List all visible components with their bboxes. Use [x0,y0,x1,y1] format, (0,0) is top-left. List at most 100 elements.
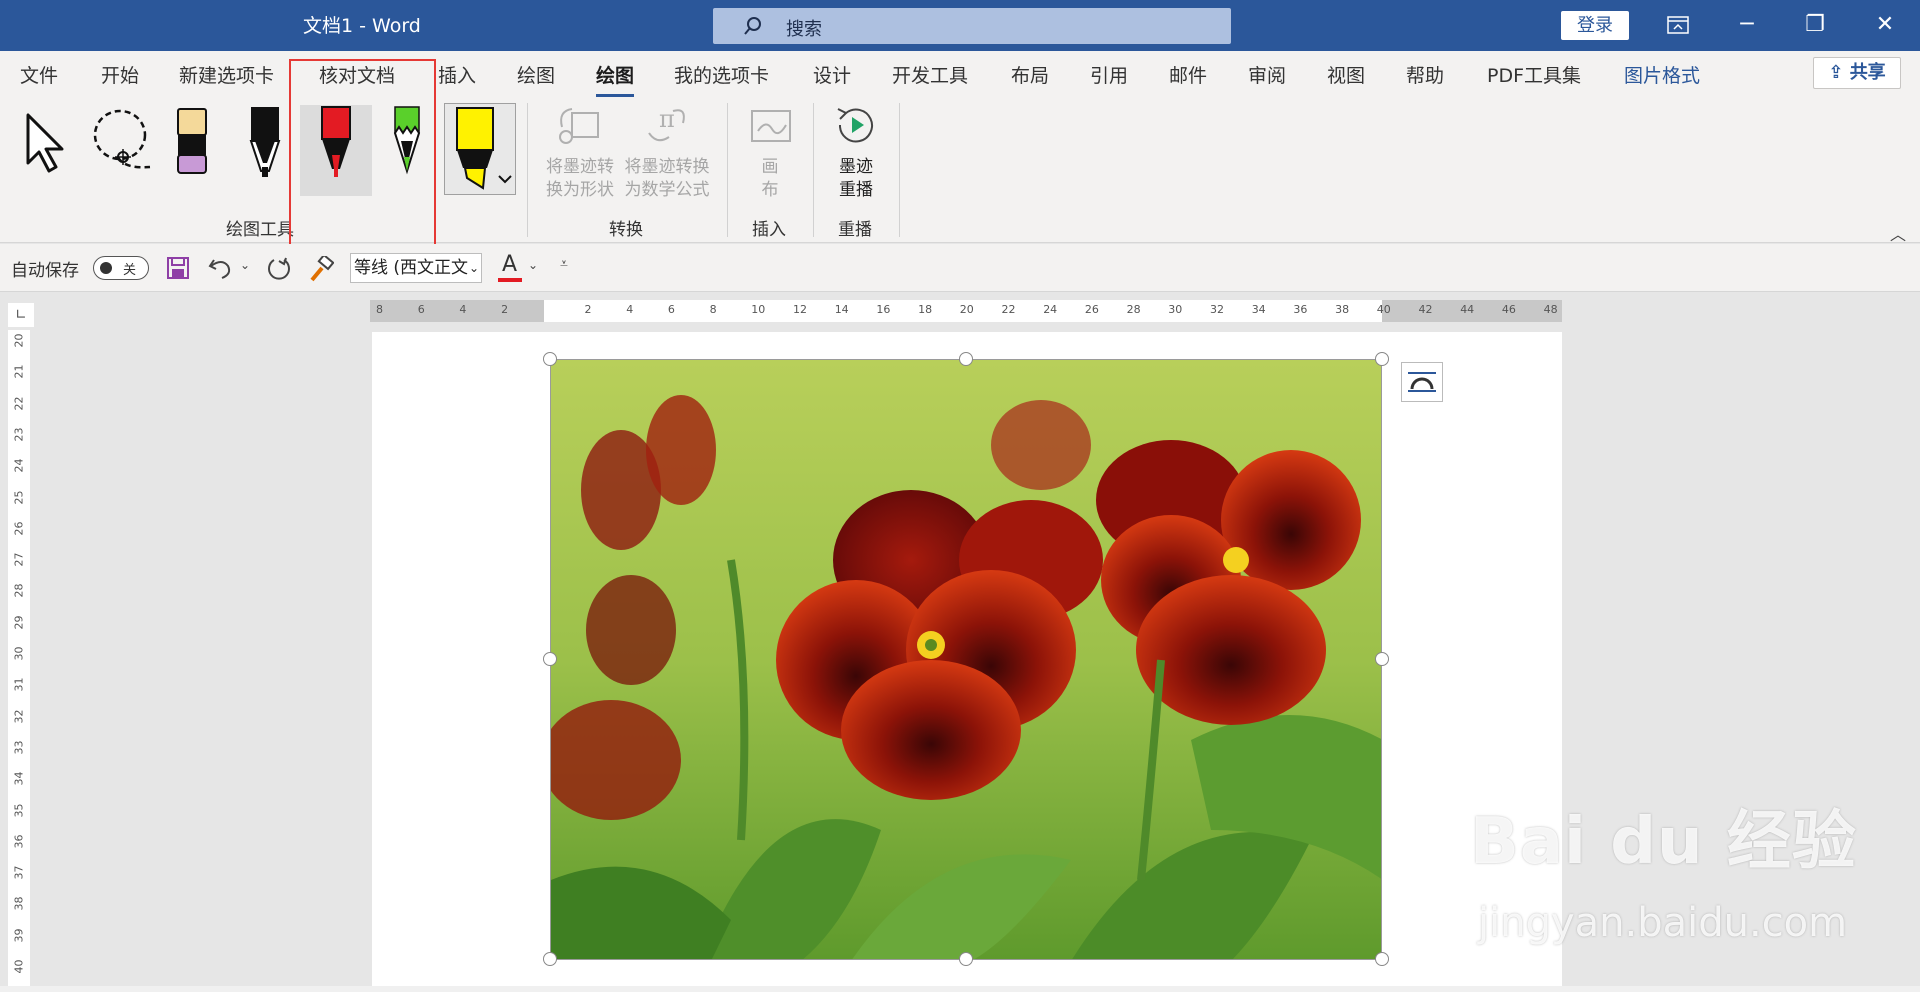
inserted-picture[interactable] [550,359,1382,960]
tab-my-tab[interactable]: 我的选项卡 [674,61,769,88]
restore-icon[interactable]: ❐ [1800,10,1830,40]
ruler-tick-label: 37 [12,865,26,880]
ink-to-shape-button[interactable]: 将墨迹转 换为形状 [540,103,620,202]
highlighter-button[interactable] [444,103,516,195]
undo-icon[interactable] [208,256,234,280]
resize-handle-bottom-left[interactable] [543,952,557,966]
select-arrow-icon[interactable] [22,111,72,175]
ink-replay-label-line1: 墨迹 [839,157,873,177]
pansy-flowers-image [551,360,1381,959]
ink-to-shape-label-line2: 换为形状 [546,180,614,200]
close-icon[interactable]: ✕ [1870,10,1900,40]
ruler-tick-label: 39 [12,928,26,943]
tab-file[interactable]: 文件 [20,61,58,88]
pen-black-icon[interactable] [245,105,285,185]
login-button[interactable]: 登录 [1561,11,1629,40]
annotation-highlight-box [289,59,436,249]
font-color-button[interactable]: A [498,252,522,282]
tab-draw[interactable]: 绘图 [517,61,555,88]
tab-design[interactable]: 设计 [813,61,851,88]
share-button[interactable]: ⇪ 共享 [1813,57,1901,89]
search-box[interactable]: 搜索 [713,8,1231,44]
autosave-toggle[interactable]: 关 [93,256,149,280]
resize-handle-left[interactable] [543,652,557,666]
ink-to-math-icon: π [648,105,685,142]
ruler-tick-label: 12 [793,303,807,316]
tab-home[interactable]: 开始 [101,61,139,88]
tab-new-tab[interactable]: 新建选项卡 [179,61,274,88]
horizontal-scrollbar[interactable] [0,986,1920,992]
ruler-tick-label: 21 [12,364,26,379]
ribbon-display-options-icon[interactable] [1663,10,1693,40]
canvas-label-line2: 布 [761,180,779,200]
ruler-tick-label: 31 [12,677,26,692]
layout-options-button[interactable] [1401,362,1443,402]
redo-icon[interactable] [266,256,292,282]
horizontal-ruler[interactable]: 8 6 4 2 2 4 6 8 10 12 14 16 18 20 22 24 26 28 30 32 34 36 38 40… [370,300,1562,322]
tab-draw-active[interactable]: 绘图 [596,61,635,97]
font-color-dropdown-icon[interactable]: ⌄ [528,258,538,272]
ruler-tick-label: 40 [1376,303,1391,316]
undo-dropdown-icon[interactable]: ⌄ [240,258,250,272]
tab-references[interactable]: 引用 [1090,61,1128,88]
resize-handle-bottom[interactable] [959,952,973,966]
ruler-tick-label: 10 [751,303,766,316]
ruler-tick-label: 38 [1335,303,1350,316]
font-name-select[interactable]: 等线 (西文正文 ⌄ [350,253,482,283]
ruler-tick-label: 29 [12,615,26,630]
resize-handle-top-left[interactable] [543,352,557,366]
ruler-tick-label: 8 [376,303,383,316]
chevron-down-icon: ⌄ [468,261,479,275]
autosave-label: 自动保存 [11,261,79,281]
tab-view[interactable]: 视图 [1327,61,1365,88]
resize-handle-top[interactable] [959,352,973,366]
tab-mailings[interactable]: 邮件 [1169,61,1207,88]
ruler-tick-label: 48 [1543,303,1558,316]
baidu-watermark-url: jingyan.baidu.com [1478,900,1848,946]
resize-handle-top-right[interactable] [1375,352,1389,366]
tab-developer[interactable]: 开发工具 [892,61,968,88]
tab-selector-icon[interactable]: ∟ [8,303,34,327]
ruler-tick-label: 14 [834,303,849,316]
tab-picture-format[interactable]: 图片格式 [1624,61,1700,88]
toggle-state: 关 [123,263,137,278]
tab-insert[interactable]: 插入 [438,61,476,88]
format-painter-icon[interactable] [308,256,334,282]
share-label: 共享 [1849,62,1886,83]
ruler-tick-label: 18 [918,303,933,316]
resize-handle-bottom-right[interactable] [1375,952,1389,966]
ruler-tick-label: 36 [1293,303,1308,316]
ink-replay-button[interactable]: 墨迹 重播 [820,103,892,202]
tab-pdf-tools[interactable]: PDF工具集 [1487,61,1581,88]
customize-qat-icon[interactable]: ⩡ [560,256,568,272]
eraser-icon[interactable] [172,105,212,177]
ink-replay-icon [837,108,873,143]
ruler-tick-label: 26 [1084,303,1099,316]
group-separator [727,103,728,237]
ruler-tick-label: 26 [12,521,26,536]
canvas-button[interactable]: 画 布 [740,103,800,202]
font-name-value: 等线 (西文正文 [354,258,469,278]
group-label-drawing-tools: 绘图工具 [226,220,294,240]
tab-review[interactable]: 审阅 [1248,61,1286,88]
ruler-tick-label: 28 [12,583,26,598]
lasso-select-icon[interactable] [88,107,160,177]
tab-help[interactable]: 帮助 [1406,61,1444,88]
group-separator [899,103,900,237]
vertical-ruler[interactable]: 20 21 22 23 24 25 26 27 28 29 30 31 32 33 34 35 36 37 38 39… [8,330,30,990]
ruler-tick-label: 38 [12,896,26,911]
tab-layout[interactable]: 布局 [1011,61,1049,88]
ink-to-math-button[interactable]: π 将墨迹转换 为数学公式 [620,103,714,202]
ruler-tick-label: 32 [12,709,26,724]
ruler-tick-label: 4 [459,303,467,316]
ruler-tick-label: 23 [12,427,26,442]
collapse-ribbon-icon[interactable]: ︿ [1890,221,1906,245]
ink-to-shape-icon [559,108,599,144]
ruler-tick-label: 28 [1126,303,1141,316]
ruler-tick-label: 6 [417,303,425,316]
save-icon[interactable] [166,256,190,280]
ruler-tick-label: 27 [12,552,26,567]
minimize-icon[interactable]: ─ [1732,10,1762,40]
ruler-tick-label: 20 [12,333,26,348]
resize-handle-right[interactable] [1375,652,1389,666]
